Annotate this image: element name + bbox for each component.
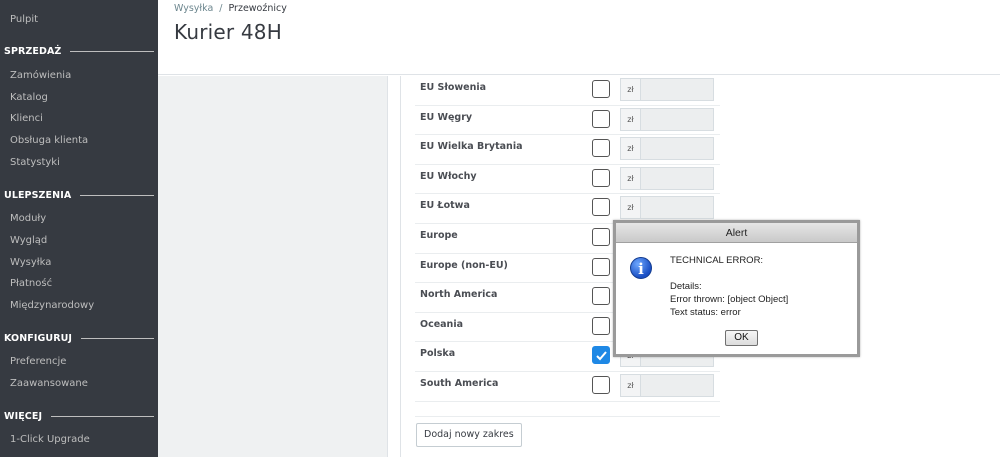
sidebar-item-preferencje[interactable]: Preferencje: [10, 354, 66, 370]
sidebar-item-miedzynarodowy[interactable]: Międzynarodowy: [10, 298, 94, 314]
zone-checkbox[interactable]: [592, 139, 610, 158]
sidebar-item-wysylka[interactable]: Wysyłka: [10, 255, 51, 271]
alert-ok-button[interactable]: OK: [725, 330, 758, 346]
alert-error-thrown: Error thrown: [object Object]: [670, 294, 789, 305]
currency-addon: zł: [621, 108, 641, 130]
currency-addon: zł: [621, 167, 641, 189]
alert-details-label: Details:: [670, 281, 702, 292]
zone-name: EU Wielka Brytania: [420, 141, 523, 153]
alert-text-status: Text status: error: [670, 307, 741, 318]
table-row: EU Słowenia zł: [415, 76, 720, 106]
wizard-steps-pane: [158, 76, 388, 457]
section-divider: [80, 194, 154, 196]
section-divider: [51, 415, 154, 417]
page-header: Wysyłka / Przewoźnicy Kurier 48H: [158, 0, 1000, 75]
add-new-range-button[interactable]: Dodaj nowy zakres: [416, 423, 522, 447]
checkmark-icon: [596, 351, 607, 361]
zone-name: EU Słowenia: [420, 82, 487, 93]
sidebar: Pulpit SPRZEDAŻ Zamówienia Katalog Klien…: [0, 0, 158, 457]
zone-checkbox[interactable]: [592, 316, 610, 335]
zone-price-input[interactable]: zł: [620, 166, 714, 190]
price-value: [641, 375, 713, 396]
zone-name: South America: [420, 378, 499, 389]
sidebar-section-title: KONFIGURUJ: [4, 332, 73, 344]
currency-addon: zł: [621, 79, 641, 100]
zone-checkbox[interactable]: [592, 287, 610, 306]
sidebar-item-obsluga-klienta[interactable]: Obsługa klienta: [10, 133, 88, 149]
zone-checkbox[interactable]: [592, 257, 610, 276]
sidebar-section-wiecej: WIĘCEJ: [4, 408, 154, 424]
currency-addon: zł: [621, 138, 641, 160]
sidebar-section-title: WIĘCEJ: [4, 410, 43, 422]
sidebar-item-klienci[interactable]: Klienci: [10, 111, 43, 127]
alert-title-bar[interactable]: Alert: [616, 223, 857, 243]
price-value: [641, 168, 713, 189]
zone-checkbox[interactable]: [592, 228, 610, 246]
breadcrumb-link-wysylka[interactable]: Wysyłka: [174, 3, 213, 14]
table-row: EU Wielka Brytania zł: [415, 135, 720, 165]
price-value: [641, 79, 713, 100]
price-value: [641, 138, 713, 159]
sidebar-item-wyglad[interactable]: Wygląd: [10, 233, 47, 249]
currency-addon: zł: [621, 375, 641, 396]
sidebar-item-zamowienia[interactable]: Zamówienia: [10, 68, 71, 84]
zone-name: EU Włochy: [420, 170, 477, 182]
table-row: EU Włochy zł: [415, 165, 720, 195]
table-row: South America zł: [415, 372, 720, 402]
sidebar-section-konfiguruj: KONFIGURUJ: [4, 330, 154, 346]
zone-name: Oceania: [420, 318, 463, 330]
alert-heading: TECHNICAL ERROR:: [670, 255, 764, 266]
alert-message: TECHNICAL ERROR: Details: Error thrown: …: [670, 254, 788, 319]
sidebar-section-title: ULEPSZENIA: [4, 189, 72, 201]
price-value: [641, 109, 713, 130]
zone-checkbox[interactable]: [592, 109, 610, 128]
zone-name: North America: [420, 289, 498, 301]
zone-price-input[interactable]: zł: [620, 137, 714, 161]
zone-name: Europe (non-EU): [420, 259, 508, 271]
sidebar-section-ulepszenia: ULEPSZENIA: [4, 187, 154, 203]
zone-price-input[interactable]: zł: [620, 196, 714, 220]
sidebar-item-statystyki[interactable]: Statystyki: [10, 155, 60, 171]
currency-addon: zł: [621, 197, 641, 219]
main-content: EU Słowenia zł EU Węgry zł EU Wielka Brytani…: [158, 76, 1000, 457]
page-title: Kurier 48H: [174, 20, 282, 44]
alert-dialog: Alert i TECHNICAL ERROR: Details: Error …: [613, 220, 860, 357]
zone-checkbox[interactable]: [592, 376, 610, 394]
breadcrumb-separator: /: [219, 3, 223, 14]
price-value: [641, 197, 713, 218]
sidebar-item-zaawansowane[interactable]: Zaawansowane: [10, 376, 88, 392]
zone-name: Polska: [420, 348, 456, 360]
breadcrumb-current: Przewoźnicy: [228, 3, 287, 14]
zone-name: EU Łotwa: [420, 200, 470, 212]
sidebar-item-katalog[interactable]: Katalog: [10, 90, 48, 106]
zone-checkbox[interactable]: [592, 80, 610, 98]
zone-price-input[interactable]: zł: [620, 374, 714, 397]
zone-checkbox[interactable]: [592, 346, 610, 365]
zone-checkbox[interactable]: [592, 198, 610, 217]
breadcrumb: Wysyłka / Przewoźnicy: [174, 3, 287, 14]
zone-name: Europe: [420, 230, 458, 241]
table-row: EU Węgry zł: [415, 106, 720, 136]
zone-price-input[interactable]: zł: [620, 78, 714, 101]
sidebar-item-pulpit[interactable]: Pulpit: [10, 12, 38, 28]
info-icon: i: [630, 257, 652, 279]
zone-price-input[interactable]: zł: [620, 107, 714, 131]
sidebar-item-moduly[interactable]: Moduły: [10, 211, 46, 227]
sidebar-item-platnosc[interactable]: Płatność: [10, 276, 52, 292]
sidebar-section-sprzedaz: SPRZEDAŻ: [4, 43, 154, 59]
zone-name: EU Węgry: [420, 111, 473, 123]
table-bottom-divider: [415, 416, 720, 417]
zone-checkbox[interactable]: [592, 168, 610, 187]
sidebar-section-title: SPRZEDAŻ: [4, 45, 62, 57]
section-divider: [70, 50, 154, 52]
sidebar-item-1-click-upgrade[interactable]: 1-Click Upgrade: [10, 432, 90, 448]
section-divider: [81, 337, 154, 339]
